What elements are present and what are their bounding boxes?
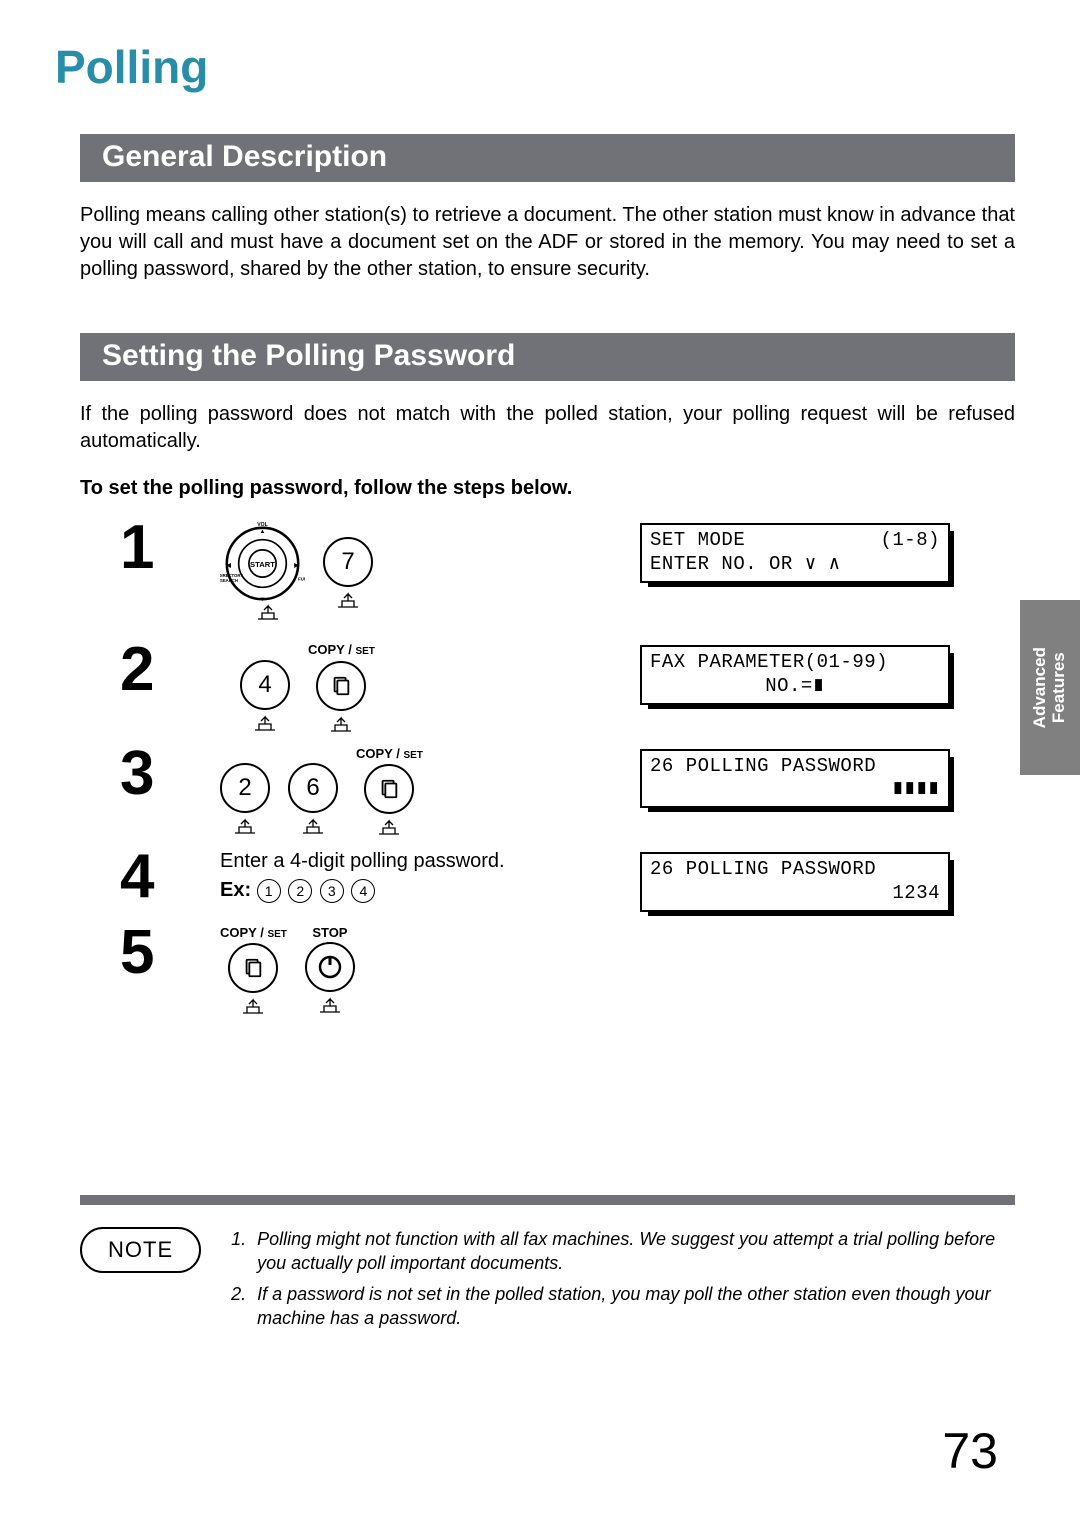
key-2: 2 [220, 747, 270, 836]
side-tab-line2: Features [1050, 647, 1069, 728]
lcd-text: ∎∎∎∎ [650, 778, 940, 802]
page-title: Polling [55, 40, 1015, 94]
step-1-number: 1 [80, 517, 220, 579]
copy-label: COPY / [308, 642, 355, 657]
page: Advanced Features Polling General Descri… [0, 0, 1080, 1528]
lcd-text: 1234 [650, 882, 940, 906]
step-4-text: Enter a 4-digit polling password. [220, 850, 640, 873]
lcd-text: ENTER NO. OR ∨ ∧ [650, 553, 940, 577]
step-5-number: 5 [80, 922, 220, 984]
step-2-number: 2 [80, 639, 220, 701]
note-item: Polling might not function with all fax … [257, 1227, 1015, 1276]
side-tab-line1: Advanced [1031, 647, 1050, 728]
stop-icon [305, 942, 355, 992]
content-area: Polling General Description Polling mean… [80, 40, 1015, 1336]
svg-text:FUNCTION: FUNCTION [298, 577, 305, 582]
lcd-text: 26 POLLING PASSWORD [650, 858, 876, 882]
copy-label: COPY / [220, 925, 267, 940]
lcd-text: SET MODE [650, 529, 745, 553]
step-3: 3 2 6 COPY [80, 743, 1015, 837]
ex-digit: 4 [351, 879, 375, 903]
lcd-text: NO.=∎ [650, 675, 940, 699]
ex-digit: 2 [288, 879, 312, 903]
password-instruction: To set the polling password, follow the … [80, 475, 1015, 502]
copy-label: COPY / [356, 746, 403, 761]
lcd-step-4: 26 POLLING PASSWORD 1234 [640, 852, 950, 912]
footer-rule [80, 1195, 1015, 1205]
lcd-text: FAX PARAMETER(01-99) [650, 651, 888, 675]
key-copy-set: COPY / SET [220, 926, 287, 1016]
section-general-heading: General Description [80, 134, 1015, 182]
set-label: SET [267, 929, 286, 940]
note-list: 1.Polling might not function with all fa… [231, 1227, 1015, 1336]
note-item: If a password is not set in the polled s… [257, 1282, 1015, 1331]
lcd-step-2: FAX PARAMETER(01-99) NO.=∎ [640, 645, 950, 705]
copy-set-icon [364, 764, 414, 814]
key-7-button: 7 [323, 537, 373, 587]
dial-control-icon: START ▲ VOL ▼ ▶ ◀ FUNCTION DIRECTORY SEA… [220, 521, 305, 606]
press-icon [328, 589, 368, 609]
lcd-text: (1-8) [880, 529, 940, 553]
step-1: 1 START ▲ VOL [80, 517, 1015, 629]
lcd-step-3: 26 POLLING PASSWORD ∎∎∎∎ [640, 749, 950, 809]
key-4: 4 [240, 643, 290, 732]
svg-text:▲: ▲ [260, 529, 266, 535]
key-7: 7 [323, 537, 373, 609]
set-label: SET [355, 646, 374, 657]
ex-digit: 1 [257, 879, 281, 903]
svg-text:START: START [250, 560, 275, 569]
step-4-number: 4 [80, 846, 220, 908]
step-3-number: 3 [80, 743, 220, 805]
general-description-body: Polling means calling other station(s) t… [80, 202, 1015, 283]
page-number: 73 [942, 1422, 998, 1480]
step-4: 4 Enter a 4-digit polling password. Ex: … [80, 846, 1015, 912]
password-intro: If the polling password does not match w… [80, 401, 1015, 455]
step-2: 2 4 COPY / SET [80, 639, 1015, 733]
svg-text:VOL: VOL [257, 522, 267, 528]
section-password-heading: Setting the Polling Password [80, 333, 1015, 381]
key-6: 6 [288, 747, 338, 836]
key-copy-set: COPY / SET [356, 747, 423, 837]
note-block: NOTE 1.Polling might not function with a… [80, 1227, 1015, 1336]
key-stop: STOP [305, 926, 355, 1015]
copy-set-icon [316, 661, 366, 711]
stop-label: STOP [312, 926, 347, 940]
svg-text:▶: ▶ [293, 562, 299, 569]
lcd-text: 26 POLLING PASSWORD [650, 755, 876, 779]
copy-set-icon [228, 943, 278, 993]
key-copy-set: COPY / SET [308, 643, 375, 733]
ex-label: Ex: [220, 879, 251, 901]
side-tab-advanced-features: Advanced Features [1020, 600, 1080, 775]
set-label: SET [403, 750, 422, 761]
lcd-step-1: SET MODE (1-8) ENTER NO. OR ∨ ∧ [640, 523, 950, 583]
svg-text:◀: ◀ [225, 562, 231, 569]
ex-digit: 3 [320, 879, 344, 903]
step-5: 5 COPY / SET STOP [80, 922, 1015, 1016]
svg-text:DIRECTORY: DIRECTORY [220, 573, 243, 578]
svg-text:SEARCH: SEARCH [220, 578, 238, 583]
note-label: NOTE [80, 1227, 201, 1273]
steps-block: 1 START ▲ VOL [80, 517, 1015, 1015]
